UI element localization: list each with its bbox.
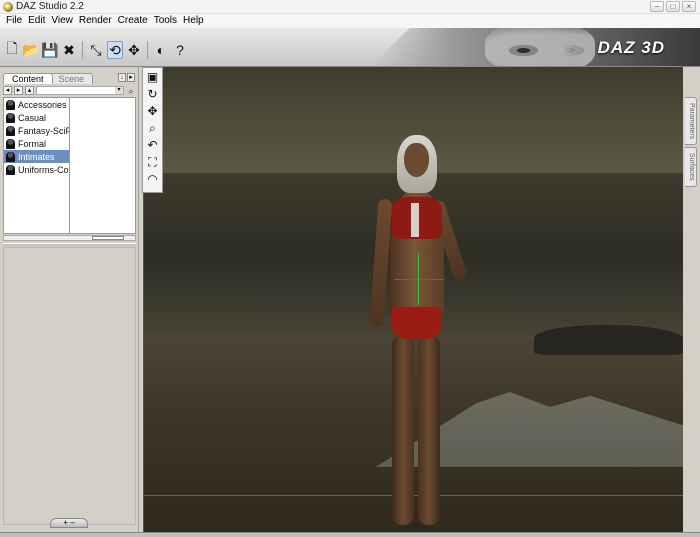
figure-left-arm [369, 198, 393, 328]
panel-buttons: ↓ ▸ [118, 73, 135, 82]
window-title: DAZ Studio 2.2 [16, 1, 84, 12]
rotate-gizmo-y-axis[interactable] [418, 253, 419, 305]
path-dropdown[interactable]: ▾ [36, 86, 124, 95]
banner-face-image [485, 28, 595, 66]
up-arrow-icon[interactable]: ▴ [25, 86, 34, 95]
orbit-icon[interactable]: ↻ [145, 87, 160, 102]
render-icon[interactable]: ◐ [153, 41, 169, 59]
close-button[interactable]: × [682, 1, 696, 12]
menu-help[interactable]: Help [180, 14, 207, 28]
figure-left-leg [392, 335, 414, 525]
folder-list: Accessories Casual Fantasy-SciFi Formal … [3, 97, 70, 234]
folder-label: Accessories [18, 99, 67, 110]
menu-bar: File Edit View Render Create Tools Help [0, 14, 700, 28]
rock [534, 325, 683, 355]
folder-icon [6, 164, 15, 175]
content-preview-area [70, 97, 136, 234]
menu-edit[interactable]: Edit [25, 14, 48, 28]
open-folder-icon[interactable]: 📂 [22, 41, 39, 59]
menu-file[interactable]: File [3, 14, 25, 28]
scrollbar-thumb[interactable] [92, 236, 124, 240]
back-arrow-icon[interactable]: ◂ [3, 86, 12, 95]
folder-label: Intimates [18, 151, 55, 162]
forward-arrow-icon[interactable]: ▸ [14, 86, 23, 95]
maximize-button[interactable]: □ [666, 1, 680, 12]
app-icon [3, 2, 13, 12]
tab-parameters[interactable]: Parameters [685, 97, 697, 145]
tab-content[interactable]: Content [3, 73, 53, 84]
3d-figure[interactable] [362, 135, 472, 532]
folder-icon [6, 99, 15, 110]
new-file-icon[interactable]: 🗋 [4, 40, 20, 59]
figure-sports-top [392, 197, 442, 239]
translate-tool-icon[interactable]: ✥ [126, 41, 142, 59]
rotate-gizmo-x-axis[interactable] [394, 279, 444, 280]
universal-tool-icon[interactable]: ⤡ [88, 41, 104, 59]
headphones-icon[interactable]: ◠ [145, 172, 160, 187]
3d-viewport[interactable] [143, 67, 683, 532]
horizontal-scrollbar[interactable] [3, 235, 136, 241]
main-toolbar: 🗋 📂 💾 ✖ ⤡ ⟲ ✥ ◐ ? DAZ 3D [0, 28, 700, 67]
pan-icon[interactable]: ✥ [145, 104, 160, 119]
folder-item-formal[interactable]: Formal [4, 137, 69, 150]
daz3d-logo: DAZ 3D [597, 38, 665, 57]
menu-render[interactable]: Render [76, 14, 115, 28]
folder-label: Casual [18, 112, 47, 123]
folder-label: Formal [18, 138, 47, 149]
save-icon[interactable]: 💾 [41, 41, 58, 59]
folder-item-intimates[interactable]: Intimates [4, 150, 69, 163]
brand-banner: DAZ 3D [370, 28, 700, 66]
delete-icon[interactable]: ✖ [61, 41, 77, 59]
figure-right-leg [418, 335, 440, 525]
folder-icon [6, 112, 15, 123]
folder-icon [6, 138, 15, 149]
viewport-camera-tools: ▣ ↻ ✥ ⌕ ↶ ⛶ ◠ [142, 67, 163, 193]
title-bar: DAZ Studio 2.2 – □ × [0, 0, 700, 14]
figure-head [404, 143, 429, 177]
content-panel: Content Scene ↓ ▸ ◂ ▸ ▴ ▾ ⌕ Accessories … [0, 67, 139, 532]
tab-surfaces[interactable]: Surfaces [685, 147, 697, 187]
right-side-tabs: Parameters Surfaces [684, 67, 700, 532]
folder-icon [6, 151, 15, 162]
panel-menu-icon[interactable]: ▸ [127, 73, 135, 82]
minimize-button[interactable]: – [650, 1, 664, 12]
search-icon[interactable]: ⌕ [126, 86, 136, 96]
help-icon[interactable]: ? [172, 41, 188, 59]
nav-row: ◂ ▸ ▴ ▾ ⌕ [3, 85, 136, 96]
window-controls: – □ × [650, 1, 696, 12]
menu-tools[interactable]: Tools [151, 14, 180, 28]
tab-scene[interactable]: Scene [49, 73, 94, 84]
folder-icon [6, 125, 15, 136]
folder-item-casual[interactable]: Casual [4, 111, 69, 124]
zoom-icon[interactable]: ⌕ [145, 121, 160, 136]
status-bar [0, 532, 700, 537]
add-remove-tab[interactable]: + – [50, 518, 88, 528]
toolbar-separator [147, 41, 148, 59]
menu-view[interactable]: View [48, 14, 76, 28]
folder-item-uniforms-costume[interactable]: Uniforms-Costume [4, 163, 69, 176]
lower-panel-area [3, 247, 136, 525]
toolbar-separator [82, 41, 83, 59]
folder-item-fantasy-scifi[interactable]: Fantasy-SciFi [4, 124, 69, 137]
pin-icon[interactable]: ↓ [118, 73, 126, 82]
roll-icon[interactable]: ↶ [145, 138, 160, 153]
chevron-down-icon[interactable]: ▾ [115, 87, 123, 94]
panel-tabs: Content Scene [3, 73, 94, 84]
figure-shorts [392, 307, 442, 340]
frame-icon[interactable]: ⛶ [145, 155, 160, 170]
folder-label: Fantasy-SciFi [18, 125, 69, 136]
rotate-tool-icon[interactable]: ⟲ [107, 41, 123, 59]
camera-icon[interactable]: ▣ [145, 70, 160, 85]
menu-create[interactable]: Create [115, 14, 151, 28]
top-stripe [411, 203, 419, 237]
panel-splitter[interactable] [3, 243, 136, 246]
folder-label: Uniforms-Costume [18, 164, 69, 175]
folder-item-accessories[interactable]: Accessories [4, 98, 69, 111]
